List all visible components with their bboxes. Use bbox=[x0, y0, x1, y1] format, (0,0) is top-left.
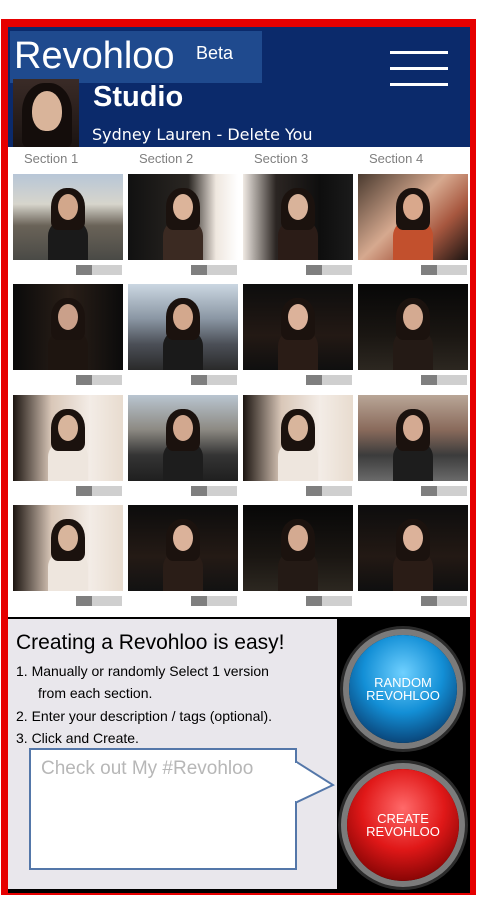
section-label-3: Section 3 bbox=[254, 151, 309, 166]
selection-toggle[interactable] bbox=[306, 596, 352, 606]
track-title: Sydney Lauren - Delete You bbox=[92, 125, 313, 144]
video-thumbnail[interactable] bbox=[358, 395, 468, 481]
thumbnail-face bbox=[173, 194, 193, 220]
thumbnail-face bbox=[173, 525, 193, 551]
toggle-knob bbox=[306, 265, 322, 275]
selection-toggle[interactable] bbox=[76, 486, 122, 496]
toggle-knob bbox=[191, 375, 207, 385]
selection-toggle[interactable] bbox=[421, 375, 467, 385]
video-thumbnail[interactable] bbox=[13, 284, 123, 370]
toggle-knob bbox=[76, 596, 92, 606]
selection-toggle[interactable] bbox=[306, 486, 352, 496]
thumbnail-face bbox=[58, 415, 78, 441]
create-button-label: CREATE REVOHLOO bbox=[366, 812, 440, 838]
selection-toggle[interactable] bbox=[421, 596, 467, 606]
selection-toggle[interactable] bbox=[191, 486, 237, 496]
video-thumbnail[interactable] bbox=[358, 174, 468, 260]
create-label-line2: REVOHLOO bbox=[366, 824, 440, 839]
section-label-2: Section 2 bbox=[139, 151, 194, 166]
toggle-knob bbox=[191, 486, 207, 496]
selection-toggle[interactable] bbox=[191, 265, 237, 275]
instructions-title: Creating a Revohloo is easy! bbox=[16, 631, 285, 654]
video-thumbnail[interactable] bbox=[128, 505, 238, 591]
thumbnail-face bbox=[403, 415, 423, 441]
hamburger-menu-icon[interactable] bbox=[390, 49, 448, 89]
section-label-4: Section 4 bbox=[369, 151, 424, 166]
selection-toggle[interactable] bbox=[191, 596, 237, 606]
toggle-knob bbox=[421, 486, 437, 496]
speech-bubble-tail bbox=[295, 759, 335, 805]
selection-toggle[interactable] bbox=[191, 375, 237, 385]
thumbnail-face bbox=[58, 304, 78, 330]
random-button-label: RANDOM REVOHLOO bbox=[366, 676, 440, 702]
video-thumbnail[interactable] bbox=[128, 284, 238, 370]
section-label-1: Section 1 bbox=[24, 151, 79, 166]
selection-toggle[interactable] bbox=[306, 265, 352, 275]
video-thumbnail[interactable] bbox=[13, 174, 123, 260]
toggle-knob bbox=[306, 375, 322, 385]
toggle-knob bbox=[76, 265, 92, 275]
menu-bar bbox=[390, 67, 448, 70]
toggle-knob bbox=[421, 375, 437, 385]
header: Revohloo Beta Studio Sydney Lauren - Del… bbox=[8, 27, 470, 147]
section-grid: Section 1 Section 2 Section 3 Section 4 bbox=[8, 147, 470, 617]
thumbnail-face bbox=[288, 415, 308, 441]
menu-bar bbox=[390, 83, 448, 86]
video-thumbnail[interactable] bbox=[243, 284, 353, 370]
app-body: Revohloo Beta Studio Sydney Lauren - Del… bbox=[8, 27, 470, 893]
selection-toggle[interactable] bbox=[421, 486, 467, 496]
video-thumbnail[interactable] bbox=[243, 174, 353, 260]
brand-name: Revohloo bbox=[14, 35, 175, 77]
toggle-knob bbox=[306, 486, 322, 496]
instructions-panel: Creating a Revohloo is easy! 1. Manually… bbox=[8, 619, 337, 889]
thumbnail-face bbox=[173, 415, 193, 441]
video-thumbnail[interactable] bbox=[13, 505, 123, 591]
avatar bbox=[13, 79, 79, 147]
random-revohloo-button[interactable]: RANDOM REVOHLOO bbox=[349, 635, 457, 743]
page-title: Studio bbox=[93, 81, 184, 113]
toggle-knob bbox=[76, 375, 92, 385]
brand-block: Revohloo Beta bbox=[10, 31, 262, 83]
toggle-knob bbox=[191, 596, 207, 606]
video-thumbnail[interactable] bbox=[128, 395, 238, 481]
video-thumbnail[interactable] bbox=[243, 395, 353, 481]
thumbnail-face bbox=[58, 525, 78, 551]
thumbnail-face bbox=[288, 194, 308, 220]
thumbnail-face bbox=[403, 525, 423, 551]
selection-toggle[interactable] bbox=[76, 265, 122, 275]
create-revohloo-button[interactable]: CREATE REVOHLOO bbox=[347, 769, 459, 881]
thumbnail-face bbox=[173, 304, 193, 330]
video-thumbnail[interactable] bbox=[13, 395, 123, 481]
video-thumbnail[interactable] bbox=[243, 505, 353, 591]
selection-toggle[interactable] bbox=[76, 596, 122, 606]
step-1: 1. Manually or randomly Select 1 version bbox=[16, 663, 269, 679]
beta-label: Beta bbox=[196, 43, 234, 63]
thumbnail-face bbox=[403, 194, 423, 220]
step-2: 2. Enter your description / tags (option… bbox=[16, 708, 273, 724]
selection-toggle[interactable] bbox=[421, 265, 467, 275]
toggle-knob bbox=[306, 596, 322, 606]
thumbnail-face bbox=[288, 304, 308, 330]
thumbnail-face bbox=[58, 194, 78, 220]
random-label-line2: REVOHLOO bbox=[366, 688, 440, 703]
thumbnail-face bbox=[288, 525, 308, 551]
description-input[interactable]: Check out My #Revohloo bbox=[29, 748, 297, 870]
step-3: 3. Click and Create. bbox=[16, 730, 139, 746]
app-frame: Revohloo Beta Studio Sydney Lauren - Del… bbox=[1, 19, 476, 895]
selection-toggle[interactable] bbox=[306, 375, 352, 385]
video-thumbnail[interactable] bbox=[358, 505, 468, 591]
video-thumbnail[interactable] bbox=[128, 174, 238, 260]
step-1-cont: from each section. bbox=[38, 685, 153, 701]
toggle-knob bbox=[421, 265, 437, 275]
avatar-face bbox=[32, 91, 62, 131]
video-thumbnail[interactable] bbox=[358, 284, 468, 370]
menu-bar bbox=[390, 51, 448, 54]
thumbnail-face bbox=[403, 304, 423, 330]
toggle-knob bbox=[421, 596, 437, 606]
action-buttons: RANDOM REVOHLOO CREATE REVOHLOO bbox=[337, 619, 470, 889]
toggle-knob bbox=[76, 486, 92, 496]
selection-toggle[interactable] bbox=[76, 375, 122, 385]
toggle-knob bbox=[191, 265, 207, 275]
